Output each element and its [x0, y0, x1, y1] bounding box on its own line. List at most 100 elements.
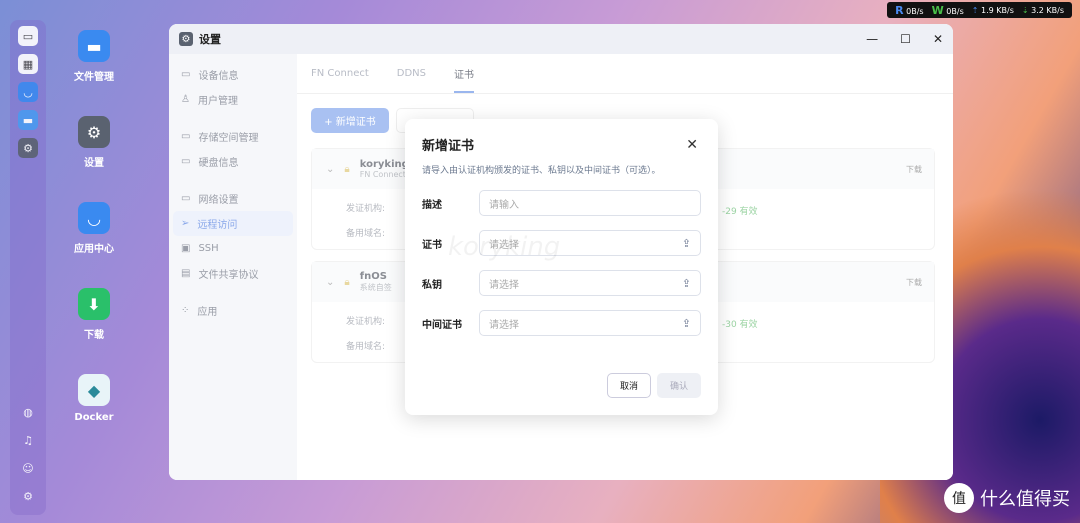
label: 下载: [84, 330, 104, 341]
download-link[interactable]: 下载: [906, 164, 922, 175]
watermark: koryking: [448, 232, 561, 262]
desktop-icon[interactable]: ▭: [18, 26, 38, 46]
sidebar-item-file-sharing[interactable]: ▤ 文件共享协议: [169, 261, 297, 286]
label: 远程访问: [197, 220, 238, 231]
label: 硬盘信息: [198, 158, 239, 169]
cert-name: koryking: [359, 159, 409, 170]
validity-status: -30 有效: [722, 320, 758, 330]
write-speed: 0B/s: [946, 6, 964, 16]
desktop-settings[interactable]: ⚙ 设置: [62, 116, 126, 169]
download-link[interactable]: 下载: [906, 277, 922, 288]
label: 文件管理: [74, 72, 114, 83]
upload-icon[interactable]: ⇪: [682, 277, 691, 290]
file-manager-icon[interactable]: ▬: [18, 110, 38, 130]
confirm-button[interactable]: 确认: [657, 373, 701, 398]
sidebar-item-ssh[interactable]: ▣ SSH: [169, 236, 297, 261]
user-icon: ♙: [181, 94, 190, 105]
disk-icon: ▭: [181, 156, 191, 167]
app-store-icon[interactable]: ◡: [18, 82, 38, 102]
send-icon: ➢: [181, 218, 190, 229]
label: 应用中心: [74, 244, 114, 255]
placeholder: 请选择: [489, 319, 519, 331]
cert-source: FN Connect: [359, 170, 406, 179]
terminal-icon: ▣: [181, 243, 191, 254]
dialog-title: 新增证书: [422, 139, 475, 154]
storage-icon: ▭: [181, 131, 191, 142]
read-label: R: [895, 3, 904, 17]
desktop-file-manager[interactable]: ▬ 文件管理: [62, 30, 126, 83]
description-input[interactable]: 请输入: [479, 190, 701, 216]
sidebar-item-users[interactable]: ♙ 用户管理: [169, 87, 297, 112]
add-certificate-dialog: 新增证书 ✕ 请导入由认证机构颁发的证书、私钥以及中间证书（可选）。 描述 请输入…: [405, 119, 718, 415]
intermediate-cert-file-input[interactable]: 请选择 ⇪: [479, 310, 701, 336]
sidebar-item-network[interactable]: ▭ 网络设置: [169, 186, 297, 211]
docker-icon: ◆: [78, 374, 110, 406]
download-icon: ⇣: [1021, 5, 1029, 15]
cert-name: fnOS: [359, 271, 387, 282]
globe-icon[interactable]: ◍: [19, 403, 37, 421]
gear-icon: ⚙: [78, 116, 110, 148]
read-speed: 0B/s: [906, 6, 924, 16]
lock-icon: 🔒︎: [344, 276, 350, 288]
apps-grid-icon[interactable]: ▦: [18, 54, 38, 74]
chevron-down-icon[interactable]: ⌄: [326, 277, 334, 288]
device-icon: ▭: [181, 69, 191, 80]
gear-icon[interactable]: ⚙: [19, 487, 37, 505]
upload-icon[interactable]: ⇪: [682, 317, 691, 330]
settings-icon[interactable]: ⚙: [18, 138, 38, 158]
label: 文件共享协议: [198, 270, 259, 281]
brand-name: 什么值得买: [980, 489, 1070, 510]
tab-certificates[interactable]: 证书: [454, 54, 474, 93]
store-icon: ◡: [78, 202, 110, 234]
add-certificate-button[interactable]: + 新增证书: [311, 108, 389, 133]
desktop-download[interactable]: ⬇ 下载: [62, 288, 126, 341]
title-bar[interactable]: ⚙ 设置 — ☐ ✕: [169, 24, 953, 54]
private-key-file-input[interactable]: 请选择 ⇪: [479, 270, 701, 296]
network-icon: ▭: [181, 193, 191, 204]
sidebar-item-remote-access[interactable]: ➢ 远程访问: [173, 211, 293, 236]
write-label: W: [931, 3, 944, 17]
close-button[interactable]: ✕: [933, 32, 943, 46]
tab-fn-connect[interactable]: FN Connect: [311, 68, 369, 79]
gear-icon: ⚙: [179, 32, 193, 46]
label: 设置: [84, 158, 104, 169]
upload-speed: 1.9 KB/s: [981, 5, 1014, 15]
upload-icon: ⇡: [971, 5, 979, 15]
tab-ddns[interactable]: DDNS: [397, 68, 426, 79]
upload-icon[interactable]: ⇪: [682, 237, 691, 250]
folder-icon: ▬: [78, 30, 110, 62]
chevron-down-icon[interactable]: ⌄: [326, 164, 334, 175]
maximize-button[interactable]: ☐: [900, 32, 911, 46]
placeholder: 请输入: [489, 199, 519, 211]
label: 存储空间管理: [198, 133, 259, 144]
label: 网络设置: [198, 195, 239, 206]
label: 设备信息: [198, 71, 239, 82]
validity-status: -29 有效: [722, 207, 758, 217]
apps-icon: ⁘: [181, 305, 190, 316]
minimize-button[interactable]: —: [866, 32, 878, 46]
field-label: 私钥: [422, 279, 442, 291]
label: 应用: [197, 307, 218, 318]
brand-mark-icon: 值: [944, 483, 974, 513]
network-monitor: R 0B/s W 0B/s ⇡ 1.9 KB/s ⇣ 3.2 KB/s: [887, 2, 1072, 18]
bell-icon[interactable]: ♫: [19, 431, 37, 449]
user-icon[interactable]: ☺: [19, 459, 37, 477]
cancel-button[interactable]: 取消: [607, 373, 651, 398]
sidebar-item-device-info[interactable]: ▭ 设备信息: [169, 62, 297, 87]
desktop-app-center[interactable]: ◡ 应用中心: [62, 202, 126, 255]
field-label: 中间证书: [422, 319, 462, 331]
cert-source: 系统自签: [359, 283, 392, 292]
placeholder: 请选择: [489, 279, 519, 291]
label: SSH: [198, 243, 219, 254]
close-icon[interactable]: ✕: [686, 137, 698, 153]
sidebar-item-storage[interactable]: ▭ 存储空间管理: [169, 124, 297, 149]
window-title: 设置: [199, 33, 221, 46]
lock-icon: 🔒︎: [344, 163, 350, 175]
brand-logo: 值什么值得买: [944, 483, 1070, 513]
desktop-docker[interactable]: ◆ Docker: [62, 374, 126, 423]
download-speed: 3.2 KB/s: [1031, 5, 1064, 15]
sidebar-item-disk-info[interactable]: ▭ 硬盘信息: [169, 149, 297, 174]
dialog-description: 请导入由认证机构颁发的证书、私钥以及中间证书（可选）。: [422, 166, 661, 176]
sidebar-item-apps[interactable]: ⁘ 应用: [169, 298, 297, 323]
tab-bar: FN Connect DDNS 证书: [297, 54, 953, 94]
